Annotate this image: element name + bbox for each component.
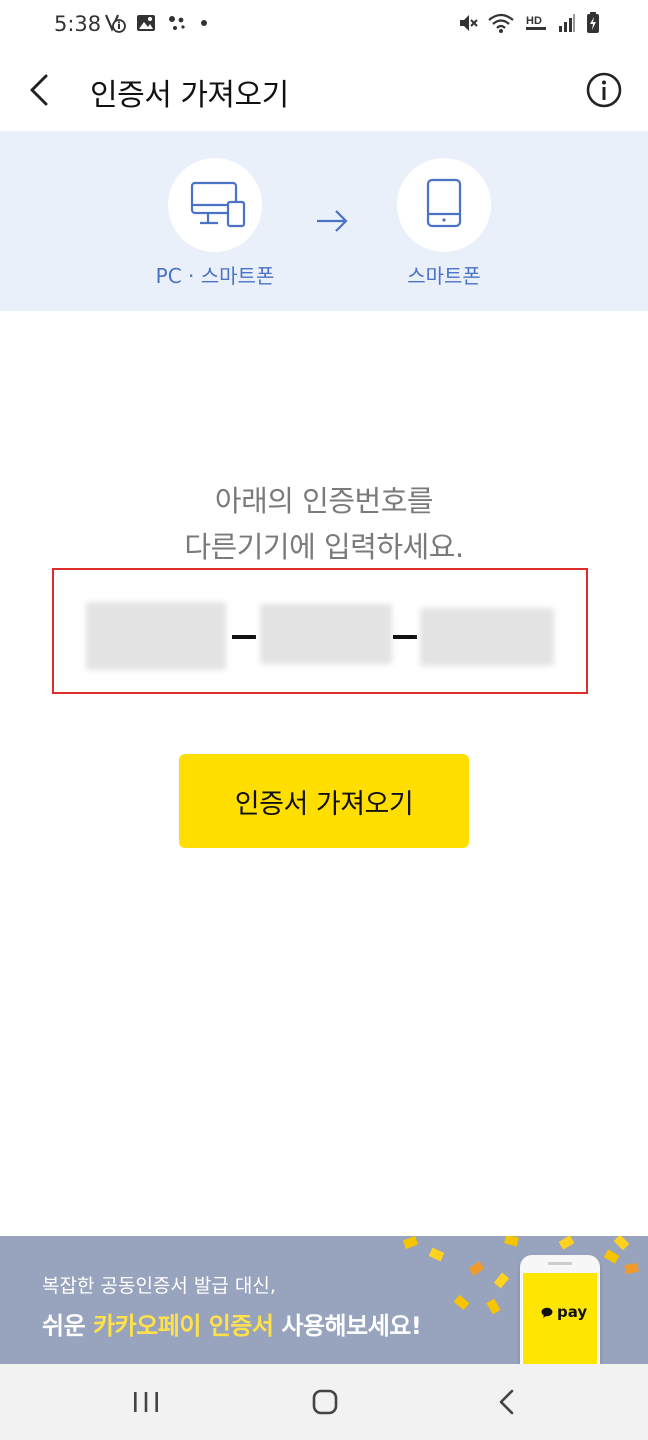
signal-icon <box>559 14 575 32</box>
auth-code-segment-3 <box>420 608 554 666</box>
smartphone-circle <box>397 158 491 252</box>
status-bar: 5:38 HD <box>0 0 648 52</box>
promo-suffix: 사용해보세요! <box>273 1312 422 1340</box>
phone-speaker <box>548 1262 572 1265</box>
auth-code-dash-1 <box>232 635 256 639</box>
home-icon <box>312 1389 338 1415</box>
back-button[interactable] <box>22 68 62 112</box>
info-icon <box>586 72 622 108</box>
battery-charging-icon <box>587 12 599 33</box>
import-certificate-button[interactable]: 인증서 가져오기 <box>179 754 469 848</box>
back-icon <box>499 1389 514 1415</box>
home-button[interactable] <box>307 1384 343 1420</box>
pay-text: pay <box>557 1303 588 1321</box>
to-device-label: 스마트폰 <box>407 264 481 288</box>
chevron-left-icon <box>30 74 48 106</box>
promo-prefix: 쉬운 <box>42 1312 94 1340</box>
promo-line-2: 쉬운 카카오페이 인증서 사용해보세요! <box>42 1306 422 1341</box>
arrow-right-icon <box>317 210 348 232</box>
instruction-text: 아래의 인증번호를 다른기기에 입력하세요. <box>0 478 648 570</box>
mute-icon <box>460 15 478 31</box>
dot-icon <box>201 20 207 26</box>
confetti <box>486 1298 501 1315</box>
auth-code-segment-1 <box>86 602 226 670</box>
pc-phone-icon <box>190 181 246 228</box>
assistant-dots-icon <box>169 16 185 30</box>
speech-bubble-icon <box>541 1307 553 1318</box>
app-header: 인증서 가져오기 <box>0 52 648 130</box>
navigation-bar <box>0 1364 648 1440</box>
confetti <box>603 1249 620 1264</box>
info-button[interactable] <box>584 70 624 110</box>
wifi-icon <box>488 13 514 33</box>
status-time: 5:38 <box>54 12 102 36</box>
confetti <box>428 1247 445 1262</box>
phone-graphic: pay <box>520 1255 600 1364</box>
auth-code-dash-2 <box>393 635 417 639</box>
instruction-line-2: 다른기기에 입력하세요. <box>184 530 464 564</box>
auth-code-segment-2 <box>260 604 392 664</box>
promo-banner[interactable]: 복잡한 공동인증서 발급 대신, 쉬운 카카오페이 인증서 사용해보세요! pa… <box>0 1236 648 1364</box>
page-title: 인증서 가져오기 <box>90 78 289 113</box>
status-right-icons: HD <box>458 12 600 34</box>
smartphone-icon <box>426 178 462 228</box>
recent-apps-button[interactable] <box>128 1384 164 1420</box>
promo-line-1: 복잡한 공동인증서 발급 대신, <box>42 1275 276 1297</box>
confetti <box>613 1236 630 1251</box>
confetti <box>558 1236 575 1250</box>
image-icon <box>137 15 155 31</box>
phone-screen: pay <box>523 1273 597 1364</box>
confetti <box>624 1262 639 1275</box>
hd-voice-icon: HD <box>526 15 546 30</box>
confetti <box>504 1236 519 1247</box>
hd-label: HD <box>526 15 542 27</box>
kakaopay-logo: pay <box>541 1303 587 1321</box>
download-info-icon <box>104 14 126 33</box>
recent-apps-icon <box>134 1392 158 1412</box>
pc-phone-circle <box>168 158 262 252</box>
status-left-icons <box>104 12 210 34</box>
from-device-label: PC · 스마트폰 <box>155 264 275 288</box>
confetti <box>402 1236 419 1249</box>
confetti <box>468 1261 485 1276</box>
confetti <box>493 1272 510 1289</box>
transfer-banner: PC · 스마트폰 스마트폰 <box>0 131 648 311</box>
instruction-line-1: 아래의 인증번호를 <box>214 484 434 518</box>
promo-highlight: 카카오페이 인증서 <box>93 1312 274 1340</box>
nav-back-button[interactable] <box>490 1384 526 1420</box>
confetti <box>453 1294 470 1311</box>
